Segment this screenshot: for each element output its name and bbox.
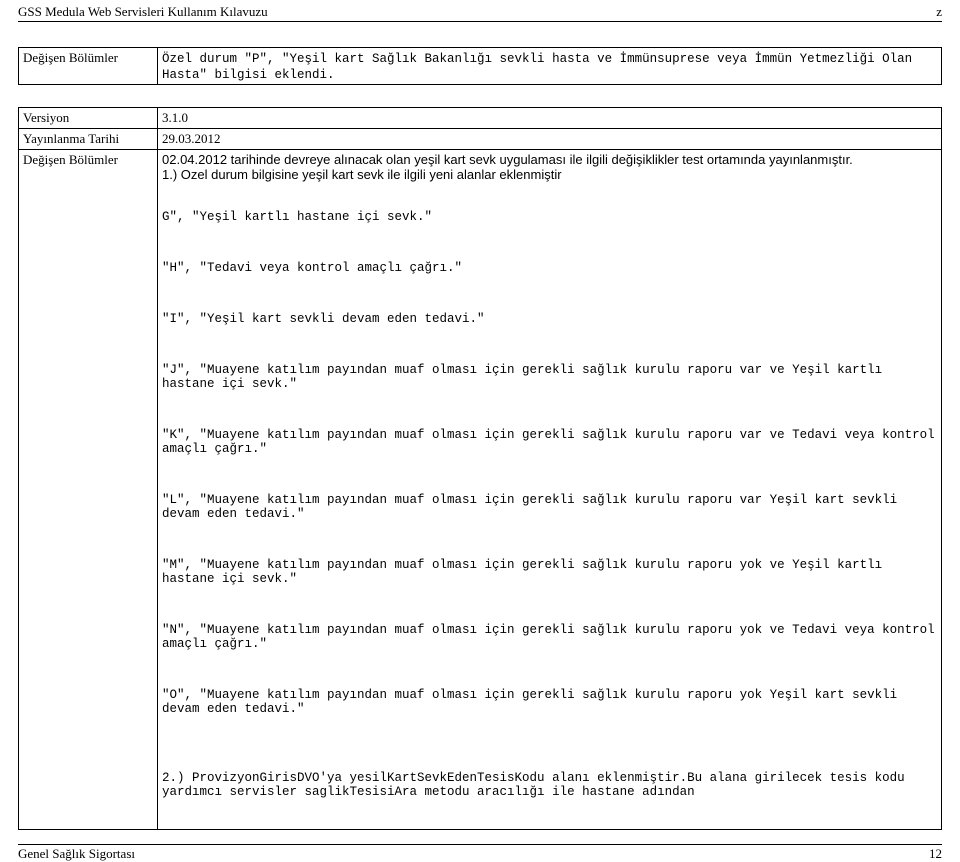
mono-block: G", "Yeşil kartlı hastane içi sevk." "H"… bbox=[162, 182, 937, 827]
cell-value: Özel durum "P", "Yeşil kart Sağlık Bakan… bbox=[158, 48, 942, 85]
mono-line: 2.) ProvizyonGirisDVO'ya yesilKartSevkEd… bbox=[162, 771, 937, 799]
mono-line: "N", "Muayene katılım payından muaf olma… bbox=[162, 623, 937, 651]
cell-value: 29.03.2012 bbox=[158, 129, 942, 150]
sans-line: 02.04.2012 tarihinde devreye alınacak ol… bbox=[162, 152, 937, 167]
table-row: Değişen Bölümler Özel durum "P", "Yeşil … bbox=[19, 48, 942, 85]
mono-line: G", "Yeşil kartlı hastane içi sevk." bbox=[162, 210, 937, 224]
cell-label: Yayınlanma Tarihi bbox=[19, 129, 158, 150]
page-footer: Genel Sağlık Sigortası 12 bbox=[18, 844, 942, 862]
header-right: z bbox=[936, 4, 942, 20]
table-version-info: Versiyon 3.1.0 Yayınlanma Tarihi 29.03.2… bbox=[18, 107, 942, 830]
mono-line: "O", "Muayene katılım payından muaf olma… bbox=[162, 688, 937, 716]
mono-line: "J", "Muayene katılım payından muaf olma… bbox=[162, 363, 937, 391]
sans-line: 1.) Ozel durum bilgisine yeşil kart sevk… bbox=[162, 167, 937, 182]
table-row: Versiyon 3.1.0 bbox=[19, 108, 942, 129]
mono-line: "I", "Yeşil kart sevkli devam eden tedav… bbox=[162, 312, 937, 326]
table-row: Değişen Bölümler 02.04.2012 tarihinde de… bbox=[19, 150, 942, 830]
cell-label: Değişen Bölümler bbox=[19, 150, 158, 830]
table-row: Yayınlanma Tarihi 29.03.2012 bbox=[19, 129, 942, 150]
cell-label: Versiyon bbox=[19, 108, 158, 129]
mono-text: Özel durum "P", "Yeşil kart Sağlık Bakan… bbox=[162, 52, 920, 82]
footer-page-number: 12 bbox=[929, 846, 942, 862]
cell-value: 02.04.2012 tarihinde devreye alınacak ol… bbox=[158, 150, 942, 830]
table-changed-sections-1: Değişen Bölümler Özel durum "P", "Yeşil … bbox=[18, 47, 942, 85]
mono-line: "L", "Muayene katılım payından muaf olma… bbox=[162, 493, 937, 521]
cell-label: Değişen Bölümler bbox=[19, 48, 158, 85]
page-header: GSS Medula Web Servisleri Kullanım Kılav… bbox=[18, 4, 942, 22]
mono-line: "K", "Muayene katılım payından muaf olma… bbox=[162, 428, 937, 456]
mono-line: "M", "Muayene katılım payından muaf olma… bbox=[162, 558, 937, 586]
footer-left: Genel Sağlık Sigortası bbox=[18, 846, 135, 862]
header-title: GSS Medula Web Servisleri Kullanım Kılav… bbox=[18, 4, 268, 20]
mono-line: "H", "Tedavi veya kontrol amaçlı çağrı." bbox=[162, 261, 937, 275]
cell-value: 3.1.0 bbox=[158, 108, 942, 129]
